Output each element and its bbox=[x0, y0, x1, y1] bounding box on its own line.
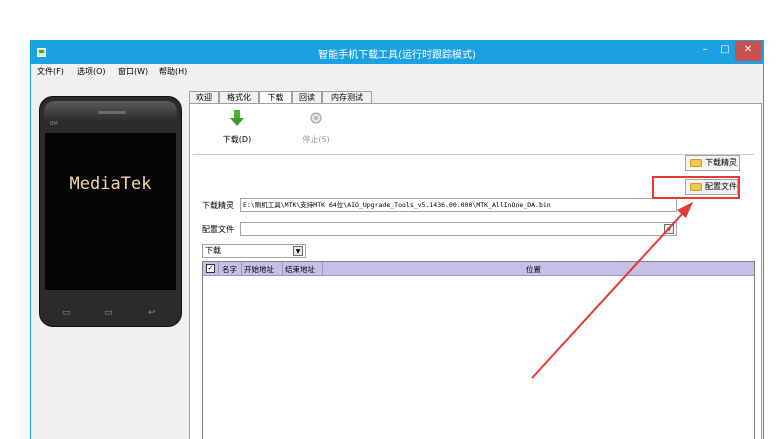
column-location[interactable]: 位置 bbox=[526, 264, 541, 275]
column-start-address[interactable]: 开始地址 bbox=[244, 264, 274, 275]
title-bar[interactable]: 智能手机下载工具(运行时跟踪模式) – □ ✕ bbox=[31, 41, 763, 64]
column-name[interactable]: 名字 bbox=[222, 264, 237, 275]
toolbar: 下载(D) 停止(S) bbox=[193, 107, 754, 153]
phone-illustration: BM MediaTek ▭ ▭ ↩ bbox=[39, 96, 182, 327]
select-all-checkbox[interactable]: ✓ bbox=[206, 264, 215, 273]
close-button[interactable]: ✕ bbox=[735, 41, 761, 61]
download-arrow-icon bbox=[230, 110, 244, 126]
download-agent-button[interactable]: 下载精灵 bbox=[685, 155, 740, 171]
mode-select-value: 下载 bbox=[205, 246, 221, 255]
phone-brand: BM bbox=[50, 121, 58, 127]
scatter-dropdown-arrow-icon[interactable]: ▼ bbox=[664, 224, 674, 234]
menu-bar: 文件(F) 选项(O) 窗口(W) 帮助(H) bbox=[31, 64, 763, 78]
folder-icon bbox=[690, 159, 702, 167]
stop-button-label: 停止(S) bbox=[302, 135, 330, 144]
tab-memory-test[interactable]: 内存测试 bbox=[322, 91, 372, 103]
phone-screen: MediaTek bbox=[45, 133, 176, 290]
phone-speaker bbox=[98, 111, 126, 114]
menu-window[interactable]: 窗口(W) bbox=[118, 66, 148, 77]
maximize-button[interactable]: □ bbox=[715, 41, 735, 61]
toolbar-divider bbox=[193, 154, 754, 155]
tab-welcome[interactable]: 欢迎 bbox=[189, 91, 219, 103]
mediatek-logo: MediaTek bbox=[69, 174, 152, 194]
app-window: 智能手机下载工具(运行时跟踪模式) – □ ✕ 文件(F) 选项(O) 窗口(W… bbox=[30, 40, 764, 439]
tab-readback[interactable]: 回读 bbox=[292, 91, 322, 103]
phone-menu-icon: ▭ bbox=[62, 308, 71, 318]
download-agent-button-label: 下载精灵 bbox=[705, 158, 737, 167]
download-agent-label: 下载精灵 bbox=[202, 201, 234, 210]
stop-icon bbox=[310, 112, 322, 124]
menu-file[interactable]: 文件(F) bbox=[37, 66, 64, 77]
scatter-file-label: 配置文件 bbox=[202, 225, 234, 234]
partition-table: ✓ 名字 开始地址 结束地址 位置 bbox=[202, 261, 755, 439]
column-end-address[interactable]: 结束地址 bbox=[285, 264, 315, 275]
download-panel: 下载(D) 停止(S) 下载精灵 E:\刷机工具\MTK\支持MTK 64位\A… bbox=[189, 103, 762, 439]
window-title: 智能手机下载工具(运行时跟踪模式) bbox=[318, 50, 476, 61]
column-divider bbox=[218, 262, 219, 276]
mode-select[interactable]: 下载 ▼ bbox=[202, 244, 306, 258]
download-button-label: 下载(D) bbox=[222, 135, 252, 144]
menu-options[interactable]: 选项(O) bbox=[77, 66, 106, 77]
scatter-file-field[interactable]: ▼ bbox=[240, 222, 677, 236]
column-divider bbox=[241, 262, 242, 276]
menu-help[interactable]: 帮助(H) bbox=[159, 66, 187, 77]
phone-home-icon: ▭ bbox=[104, 308, 113, 318]
mode-dropdown-arrow-icon[interactable]: ▼ bbox=[293, 246, 303, 256]
phone-back-icon: ↩ bbox=[148, 308, 156, 318]
minimize-button[interactable]: – bbox=[695, 41, 715, 61]
download-agent-field[interactable]: E:\刷机工具\MTK\支持MTK 64位\AIO_Upgrade_Tools_… bbox=[240, 198, 677, 212]
table-header: ✓ 名字 开始地址 结束地址 位置 bbox=[203, 262, 754, 276]
tab-format[interactable]: 格式化 bbox=[219, 91, 259, 103]
highlight-box bbox=[652, 176, 740, 199]
column-divider bbox=[282, 262, 283, 276]
column-divider bbox=[322, 262, 323, 276]
